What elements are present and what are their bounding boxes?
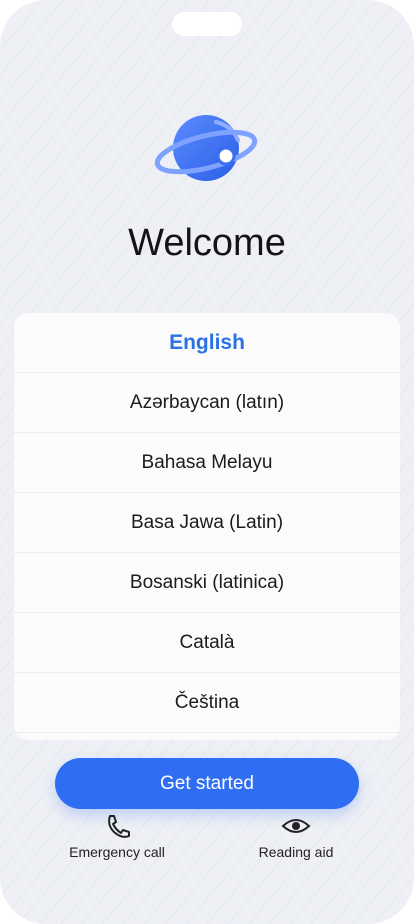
reading-aid-label: Reading aid — [258, 844, 334, 860]
language-item-javanese[interactable]: Basa Jawa (Latin) — [14, 493, 400, 553]
language-item-azerbaijani[interactable]: Azərbaycan (latın) — [14, 373, 400, 433]
phone-icon — [108, 815, 130, 838]
setup-screen: Welcome English Azərbaycan (latın) Bahas… — [0, 0, 414, 924]
get-started-button[interactable]: Get started — [55, 758, 359, 809]
camera-pill — [172, 12, 242, 36]
language-list[interactable]: English Azərbaycan (latın) Bahasa Melayu… — [14, 313, 400, 740]
language-item-czech[interactable]: Čeština — [14, 673, 400, 733]
eye-icon — [281, 819, 311, 833]
planet-orbit-icon — [154, 115, 258, 181]
language-item-bosnian[interactable]: Bosanski (latinica) — [14, 553, 400, 613]
language-item-malay[interactable]: Bahasa Melayu — [14, 433, 400, 493]
language-item-catalan[interactable]: Català — [14, 613, 400, 673]
reading-aid-button[interactable]: Reading aid — [226, 812, 366, 860]
emergency-call-label: Emergency call — [69, 844, 165, 860]
language-item-english[interactable]: English — [14, 313, 400, 373]
page-title: Welcome — [128, 222, 286, 264]
emergency-call-button[interactable]: Emergency call — [47, 812, 187, 860]
